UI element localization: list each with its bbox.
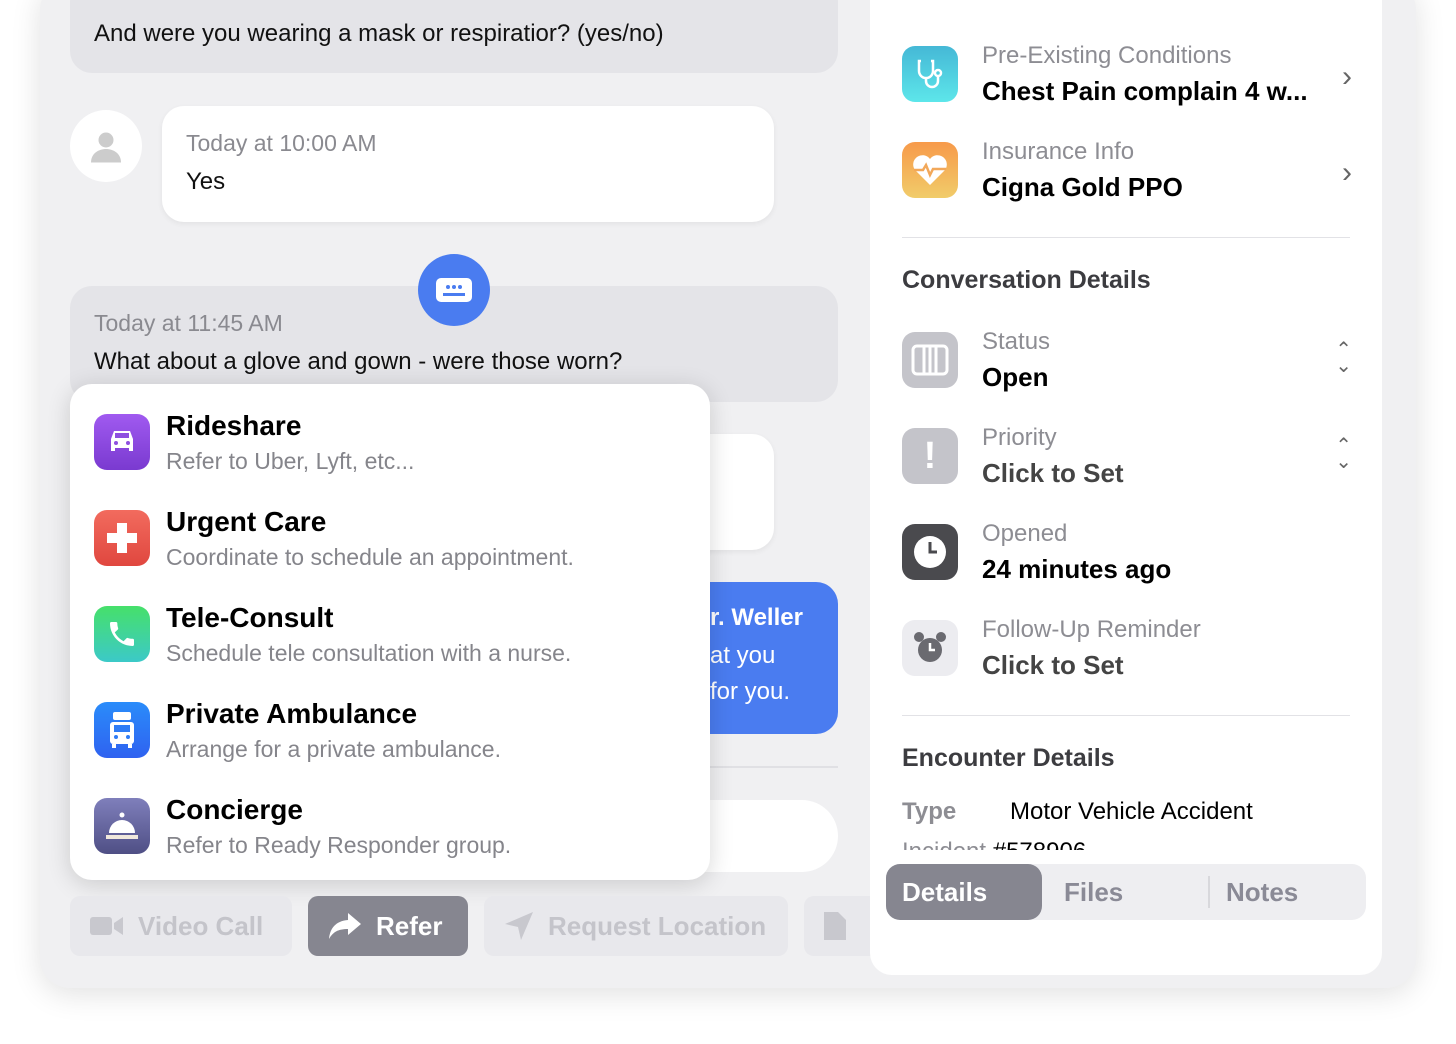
columns-icon bbox=[902, 332, 958, 388]
row-value: Cigna Gold PPO bbox=[982, 172, 1183, 202]
status-row[interactable]: Status Open ⌃ ⌄ bbox=[902, 328, 1352, 398]
row-value: Click to Set bbox=[982, 650, 1124, 680]
message-line: at you bbox=[710, 642, 776, 669]
insurance-info-row[interactable]: Insurance Info Cigna Gold PPO › bbox=[902, 138, 1352, 208]
message-text: Yes bbox=[186, 168, 226, 195]
menu-item-rideshare[interactable]: Rideshare Refer to Uber, Lyft, etc... bbox=[94, 410, 694, 490]
menu-item-desc: Schedule tele consultation with a nurse. bbox=[166, 640, 572, 666]
panel-tabs: Details Files Notes bbox=[886, 864, 1366, 920]
app-window: And were you wearing a mask or respirati… bbox=[40, 0, 1416, 988]
robot-icon bbox=[436, 278, 472, 302]
ambulance-icon bbox=[94, 702, 150, 758]
exclamation-icon: ! bbox=[902, 428, 958, 484]
tab-files[interactable]: Files bbox=[1064, 864, 1204, 920]
row-label: Status bbox=[982, 328, 1051, 355]
chevron-right-icon: › bbox=[1342, 60, 1352, 93]
medical-cross-icon bbox=[94, 510, 150, 566]
menu-item-title: Concierge bbox=[166, 794, 303, 825]
incident-row: Incident #578906 bbox=[902, 838, 1302, 850]
menu-item-desc: Arrange for a private ambulance. bbox=[166, 736, 501, 762]
menu-item-title: Urgent Care bbox=[166, 506, 327, 537]
avatar bbox=[70, 110, 142, 182]
message-text: What about a glove and gown - were those… bbox=[94, 348, 623, 375]
menu-item-title: Rideshare bbox=[166, 410, 302, 441]
message-time: Today at 10:00 AM bbox=[186, 130, 377, 156]
video-call-button[interactable]: Video Call bbox=[70, 896, 292, 956]
details-panel: Pre-Existing Conditions Chest Pain compl… bbox=[870, 0, 1382, 975]
section-title: Conversation Details bbox=[902, 266, 1151, 294]
button-label: Refer bbox=[376, 910, 443, 941]
chevron-up-down-icon[interactable]: ⌃ ⌄ bbox=[1335, 340, 1352, 376]
bell-icon bbox=[94, 798, 150, 854]
divider bbox=[902, 237, 1350, 238]
tab-details[interactable]: Details bbox=[886, 864, 1042, 920]
car-icon bbox=[94, 414, 150, 470]
field-value: #578906 bbox=[993, 838, 1086, 850]
message-line: r. Weller bbox=[710, 604, 803, 631]
tab-notes[interactable]: Notes bbox=[1226, 864, 1356, 920]
row-label: Insurance Info bbox=[982, 138, 1135, 165]
button-label: Video Call bbox=[138, 910, 264, 941]
button-label: Request Location bbox=[548, 910, 767, 941]
menu-item-desc: Refer to Ready Responder group. bbox=[166, 832, 512, 858]
tab-separator bbox=[1208, 876, 1210, 908]
refer-menu: Rideshare Refer to Uber, Lyft, etc... Ur… bbox=[70, 384, 710, 880]
priority-row[interactable]: ! Priority Click to Set ⌃ ⌄ bbox=[902, 424, 1352, 494]
row-value: Chest Pain complain 4 w... bbox=[982, 76, 1308, 106]
row-value: Open bbox=[982, 362, 1049, 392]
opened-row: Opened 24 minutes ago bbox=[902, 520, 1352, 590]
message-time: Today at 11:45 AM bbox=[94, 310, 283, 336]
alarm-clock-icon bbox=[902, 620, 958, 676]
message-bubble: Today at 10:00 AM Yes bbox=[162, 106, 774, 222]
row-label: Opened bbox=[982, 520, 1068, 547]
menu-item-desc: Refer to Uber, Lyft, etc... bbox=[166, 448, 415, 474]
video-camera-icon bbox=[90, 917, 123, 935]
menu-item-private-ambulance[interactable]: Private Ambulance Arrange for a private … bbox=[94, 698, 694, 778]
row-value: Click to Set bbox=[982, 458, 1124, 488]
field-value: Motor Vehicle Accident bbox=[1010, 798, 1253, 825]
row-label: Follow-Up Reminder bbox=[982, 616, 1201, 643]
stethoscope-icon bbox=[902, 46, 958, 102]
phone-icon bbox=[94, 606, 150, 662]
request-location-button[interactable]: Request Location bbox=[484, 896, 788, 956]
location-arrow-icon bbox=[505, 912, 533, 940]
row-label: Priority bbox=[982, 424, 1057, 451]
message-bubble: And were you wearing a mask or respirati… bbox=[70, 0, 838, 73]
document-icon bbox=[824, 912, 846, 940]
bot-avatar bbox=[418, 254, 490, 326]
divider bbox=[902, 715, 1350, 716]
heart-pulse-icon bbox=[902, 142, 958, 198]
refer-button[interactable]: Refer bbox=[308, 896, 468, 956]
clock-icon bbox=[902, 524, 958, 580]
pre-existing-conditions-row[interactable]: Pre-Existing Conditions Chest Pain compl… bbox=[902, 42, 1352, 112]
message-text: And were you wearing a mask or respirati… bbox=[94, 20, 664, 47]
field-label: Incident bbox=[902, 838, 986, 850]
menu-item-title: Private Ambulance bbox=[166, 698, 418, 729]
menu-item-concierge[interactable]: Concierge Refer to Ready Responder group… bbox=[94, 794, 694, 874]
menu-item-title: Tele-Consult bbox=[166, 602, 334, 633]
section-title: Encounter Details bbox=[902, 744, 1115, 772]
menu-item-desc: Coordinate to schedule an appointment. bbox=[166, 544, 574, 570]
row-value: 24 minutes ago bbox=[982, 554, 1172, 584]
share-arrow-icon bbox=[329, 913, 361, 939]
menu-item-urgent-care[interactable]: Urgent Care Coordinate to schedule an ap… bbox=[94, 506, 694, 586]
field-label: Type bbox=[902, 798, 957, 825]
chevron-right-icon: › bbox=[1342, 156, 1352, 189]
user-icon bbox=[91, 132, 121, 163]
menu-item-tele-consult[interactable]: Tele-Consult Schedule tele consultation … bbox=[94, 602, 694, 682]
chevron-up-down-icon[interactable]: ⌃ ⌄ bbox=[1335, 436, 1352, 472]
row-label: Pre-Existing Conditions bbox=[982, 42, 1232, 69]
message-line: for you. bbox=[710, 678, 791, 705]
follow-up-reminder-row[interactable]: Follow-Up Reminder Click to Set bbox=[902, 616, 1352, 686]
